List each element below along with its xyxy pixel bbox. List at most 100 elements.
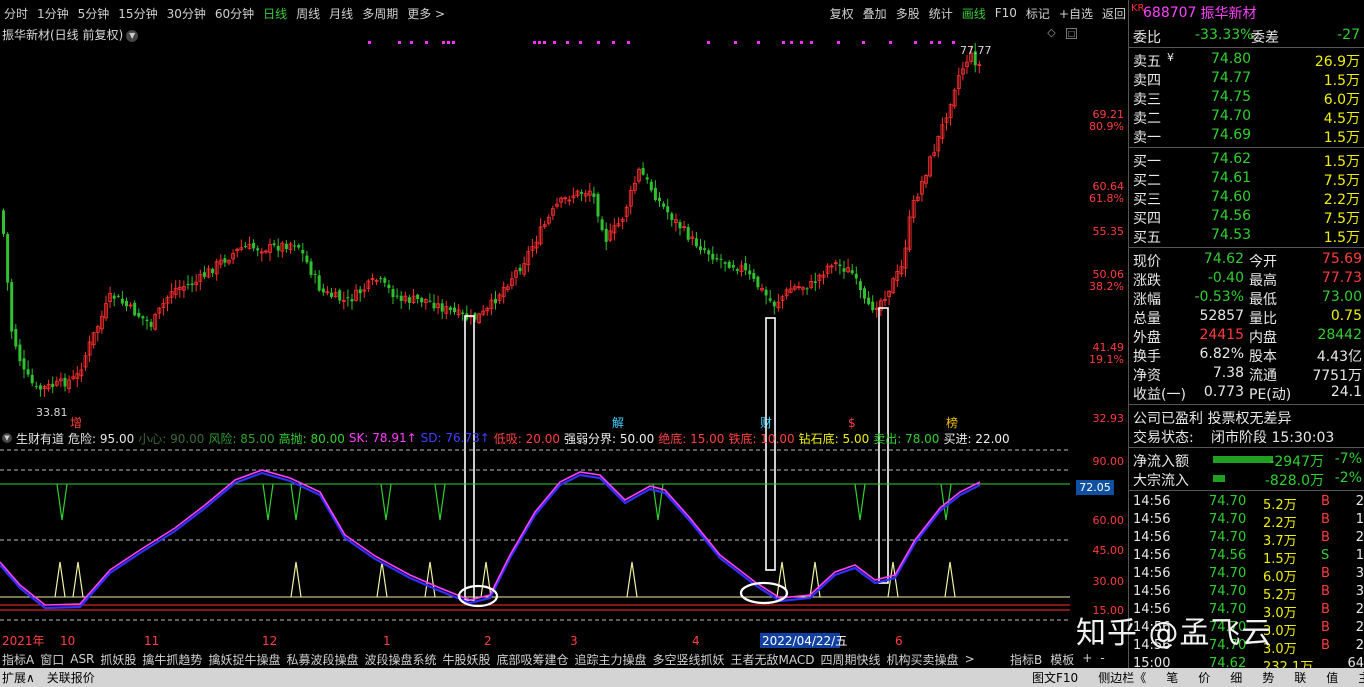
- indicator-tab[interactable]: 私募波段操盘: [286, 651, 358, 668]
- tick-row[interactable]: 14:56 74.70 3.7万 B 2: [1129, 529, 1364, 549]
- status-right-item[interactable]: 价: [1198, 669, 1210, 686]
- indicator-tab[interactable]: 牛股妖股: [442, 651, 490, 668]
- indicator-tab[interactable]: 王者无敌MACD: [731, 651, 815, 668]
- tool-button[interactable]: +自选: [1059, 5, 1093, 22]
- indicator-tab[interactable]: 抓妖股: [100, 651, 136, 668]
- period-tab[interactable]: 周线: [296, 5, 320, 22]
- order-volume: 4.5万: [1323, 111, 1360, 127]
- status-right-item[interactable]: 联: [1294, 669, 1306, 686]
- candle-body: [256, 248, 260, 251]
- candle-body: [293, 245, 297, 247]
- tool-button[interactable]: 叠加: [863, 5, 887, 22]
- period-tab[interactable]: 5分钟: [78, 5, 110, 22]
- status-right-item[interactable]: 笔: [1166, 669, 1178, 686]
- period-tab[interactable]: 15分钟: [118, 5, 157, 22]
- tool-button[interactable]: 返回: [1102, 5, 1126, 22]
- indicator-tab-right[interactable]: 模板: [1050, 651, 1074, 668]
- buy-spike: [424, 561, 436, 598]
- weicha-label: 委差: [1251, 30, 1279, 46]
- indicator-tab[interactable]: 追踪主力操盘: [575, 651, 647, 668]
- order-label: 卖四: [1133, 73, 1161, 89]
- divider: [1129, 447, 1364, 448]
- period-tab[interactable]: 30分钟: [167, 5, 206, 22]
- status-right-item[interactable]: 主: [1358, 669, 1364, 686]
- indicator-tab[interactable]: 波段操盘系统: [364, 651, 436, 668]
- candle-body: [26, 369, 30, 375]
- chart-area[interactable]: 77.7733.8169.2180.9%60.6461.8%55.3550.06…: [0, 0, 1128, 650]
- buy-spike: [376, 561, 388, 598]
- candle-body: [145, 319, 149, 322]
- status-left-item[interactable]: 关联报价: [47, 669, 95, 686]
- period-tab[interactable]: 1分钟: [37, 5, 69, 22]
- window-restore-icon[interactable]: □: [1066, 28, 1077, 39]
- candle-body: [137, 312, 141, 317]
- order-row[interactable]: 买三 74.60 2.2万: [1129, 188, 1364, 208]
- indicator-tab[interactable]: 擒牛抓趋势: [142, 651, 202, 668]
- period-tab[interactable]: 月线: [329, 5, 353, 22]
- tick-price: 74.70: [1209, 566, 1247, 581]
- highlight-ellipse: [739, 581, 789, 605]
- indicator-tab-right[interactable]: 指标B: [1010, 651, 1042, 668]
- indicator-tab[interactable]: 窗口: [40, 651, 64, 668]
- indicator-tab[interactable]: 四周期快线: [821, 651, 881, 668]
- indicator-axis-label: 30.00: [1093, 575, 1125, 588]
- period-tab[interactable]: 分时: [4, 5, 28, 22]
- indicator-tab[interactable]: >: [965, 652, 975, 666]
- stat-value: -0.53%: [1194, 289, 1244, 305]
- indicator-tab[interactable]: 底部吸筹建仓: [497, 651, 569, 668]
- order-row[interactable]: 买五 74.53 1.5万: [1129, 226, 1364, 246]
- tick-count: 2: [1355, 638, 1364, 653]
- candle-body: [416, 294, 420, 299]
- tick-row[interactable]: 14:56 74.70 5.2万 B 3: [1129, 583, 1364, 603]
- indicator-tab[interactable]: 指标A: [2, 651, 34, 668]
- tool-button[interactable]: 画线: [962, 5, 986, 22]
- period-tab[interactable]: 更多 >: [407, 5, 445, 22]
- period-tab[interactable]: 多周期: [362, 5, 398, 22]
- order-row[interactable]: 卖二 74.70 4.5万: [1129, 107, 1364, 127]
- tool-button[interactable]: 统计: [929, 5, 953, 22]
- order-row[interactable]: 卖一 74.69 1.5万: [1129, 126, 1364, 146]
- candle-body: [112, 295, 116, 299]
- tool-button[interactable]: 多股: [896, 5, 920, 22]
- stat-label: PE(动): [1249, 387, 1292, 403]
- status-right-item[interactable]: 细: [1230, 669, 1242, 686]
- period-tab[interactable]: 日线: [263, 5, 287, 22]
- status-right-item[interactable]: 值: [1326, 669, 1338, 686]
- tick-row[interactable]: 14:56 74.70 6.0万 B 3: [1129, 565, 1364, 585]
- order-row[interactable]: 买二 74.61 7.5万: [1129, 169, 1364, 189]
- candle-body: [432, 302, 436, 309]
- indicator-tab-right[interactable]: +: [1082, 651, 1092, 668]
- order-row[interactable]: 买四 74.56 7.5万: [1129, 207, 1364, 227]
- period-tab[interactable]: 60分钟: [215, 5, 254, 22]
- status-right: 图文F10侧边栏《笔价细势联值主筹: [1032, 669, 1364, 686]
- indicator-collapse-icon[interactable]: ▼: [2, 433, 12, 443]
- tick-row[interactable]: 14:56 74.70 2.2万 B 1: [1129, 511, 1364, 531]
- order-row[interactable]: 卖五 ¥74.80 26.9万: [1129, 50, 1364, 70]
- order-row[interactable]: 卖三 74.75 6.0万: [1129, 88, 1364, 108]
- chevron-down-icon[interactable]: ▼: [126, 29, 139, 42]
- indicator-tab[interactable]: 机构买卖操盘: [887, 651, 959, 668]
- indicator-name[interactable]: 生财有道: [16, 430, 64, 447]
- indicator-tab[interactable]: 多空竖线抓妖: [653, 651, 725, 668]
- candle-body: [727, 261, 731, 268]
- order-row[interactable]: 卖四 74.77 1.5万: [1129, 69, 1364, 89]
- tick-row[interactable]: 14:56 74.56 1.5万 S 1: [1129, 547, 1364, 567]
- quote-stats: 现价 74.62 今开 75.69 涨跌 -0.40 最高 77.73 涨幅 -0.53% 最低 73…: [1129, 250, 1364, 403]
- status-right-item[interactable]: 侧边栏《: [1098, 669, 1146, 686]
- candle-body: [744, 263, 748, 271]
- tool-button[interactable]: F10: [995, 6, 1017, 20]
- signal-dot: [533, 41, 536, 44]
- indicator-tab[interactable]: ASR: [70, 652, 94, 666]
- status-left-item[interactable]: 扩展∧: [2, 669, 35, 686]
- order-volume: 7.5万: [1323, 211, 1360, 227]
- status-right-item[interactable]: 图文F10: [1032, 669, 1078, 686]
- status-right-item[interactable]: 势: [1262, 669, 1274, 686]
- indicator-tab[interactable]: 擒妖捉牛操盘: [208, 651, 280, 668]
- tool-button[interactable]: 复权: [830, 5, 854, 22]
- indicator-tab-right[interactable]: -: [1100, 651, 1104, 668]
- diamond-icon[interactable]: ◇: [1046, 27, 1057, 39]
- tick-row[interactable]: 14:56 74.70 5.2万 B 2: [1129, 493, 1364, 513]
- order-row[interactable]: 买一 74.62 1.5万: [1129, 150, 1364, 170]
- tool-button[interactable]: 标记: [1026, 5, 1050, 22]
- candle-body: [10, 282, 14, 332]
